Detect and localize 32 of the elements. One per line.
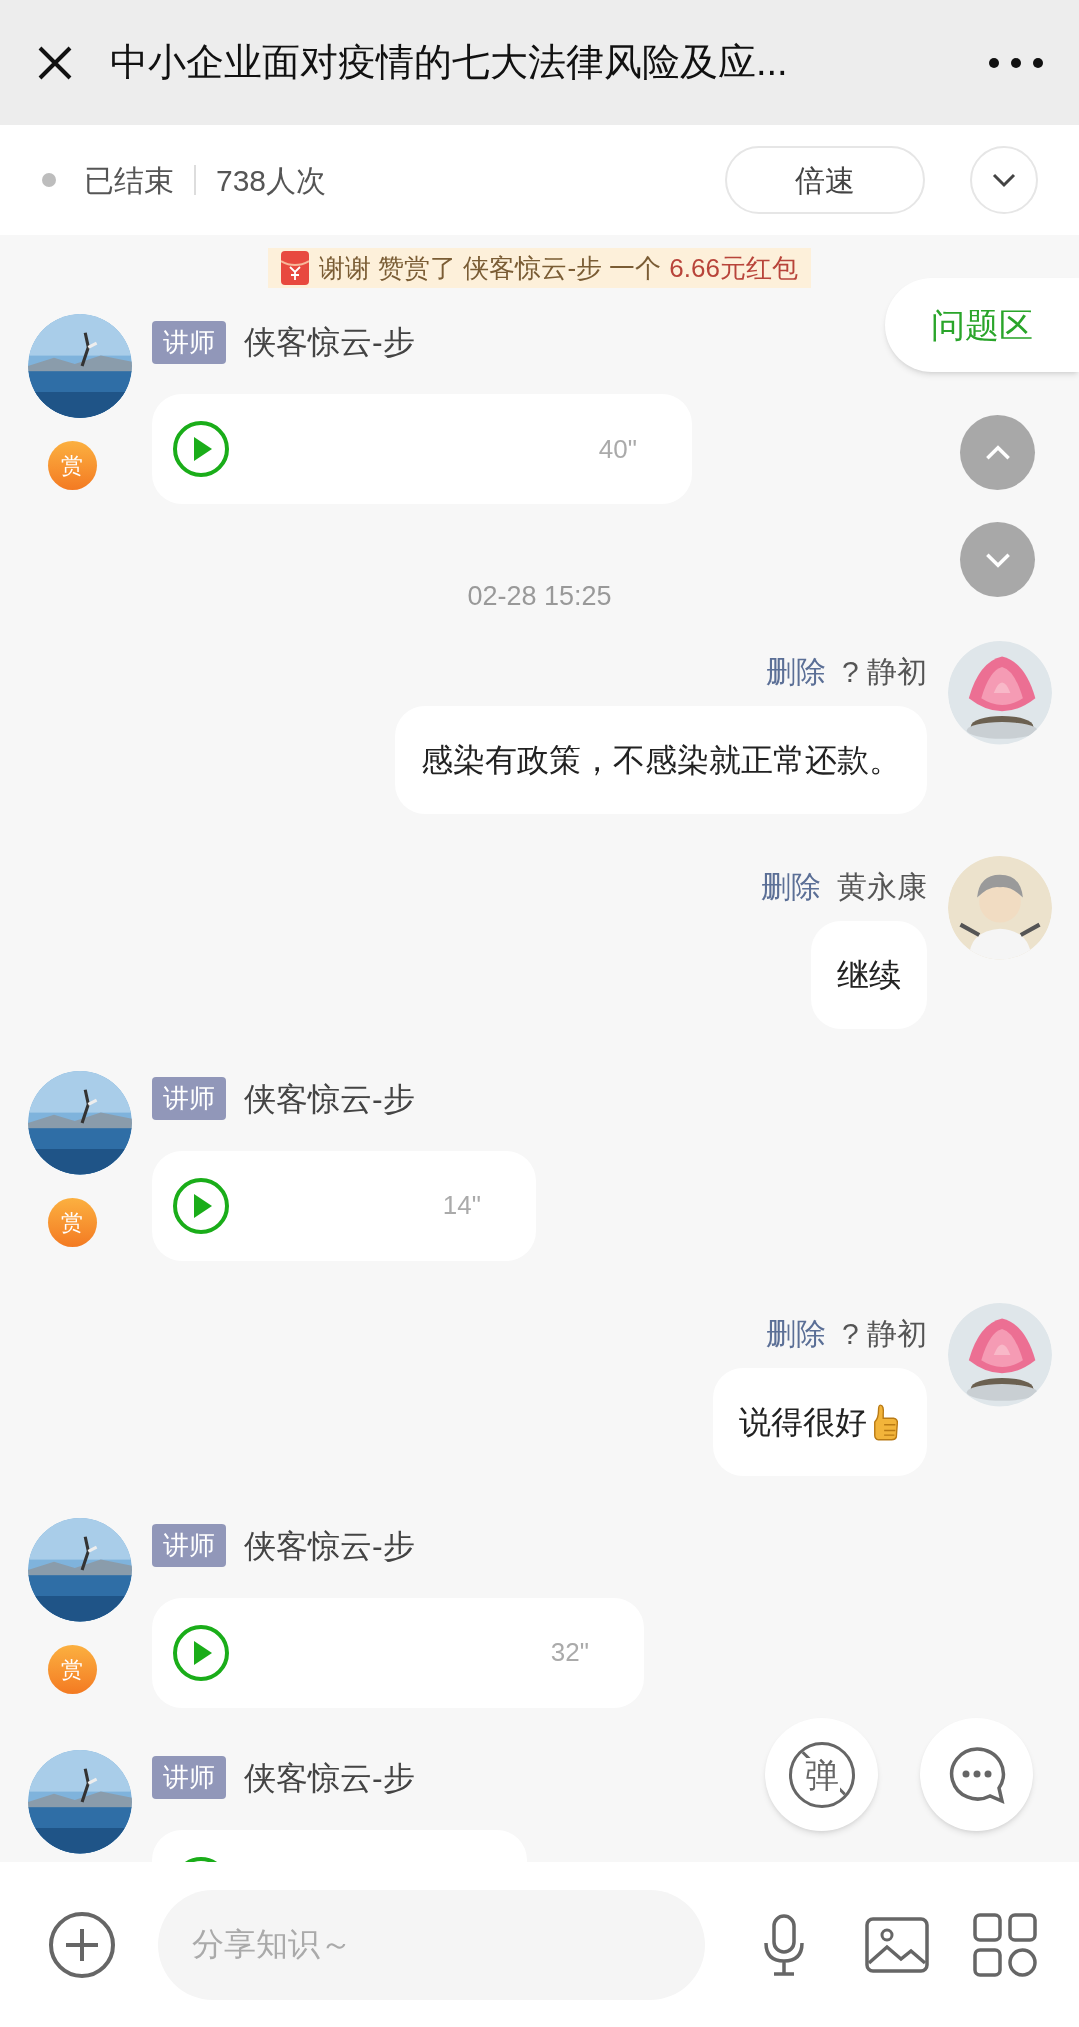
message-text: 感染有政策，不感染就正常还款。 — [421, 740, 901, 780]
role-tag: 讲师 — [152, 1756, 226, 1799]
user-name: 侠客惊云-步 — [244, 1079, 415, 1119]
message-text: 说得很好 — [739, 1402, 867, 1442]
user-name: 侠客惊云-步 — [244, 323, 415, 362]
status-text: 已结束 — [84, 162, 174, 199]
delete-link[interactable]: 删除 — [765, 648, 826, 694]
message-text: 继续 — [837, 955, 901, 995]
role-tag: 讲师 — [152, 1524, 226, 1567]
role-tag: 讲师 — [152, 320, 226, 364]
viewer-count: 738人次 — [216, 162, 327, 199]
reward-badge: 赏 — [47, 441, 97, 490]
delete-link[interactable]: 删除 — [761, 863, 821, 909]
user-name: ? 静初 — [841, 653, 927, 690]
duration-text: 40" — [598, 432, 637, 466]
speed-button[interactable]: 倍速 — [725, 146, 925, 214]
duration-text: 32" — [550, 1636, 589, 1669]
user-name: 侠客惊云-步 — [244, 1526, 415, 1566]
user-name: 侠客惊云-步 — [244, 1758, 415, 1798]
user-name: ? 静初 — [841, 1315, 927, 1352]
delete-link[interactable]: 删除 — [765, 1310, 826, 1356]
role-tag: 讲师 — [152, 1077, 226, 1120]
question-tab[interactable]: 问题区 — [885, 278, 1079, 372]
duration-text: 14" — [442, 1189, 481, 1222]
timestamp: 02-28 15:25 — [467, 581, 612, 611]
reward-notice: 谢谢 赞赏了 侠客惊云-步 一个 6.66元红包 — [268, 248, 811, 288]
window-title: 中小企业面对疫情的七大法律风险及应... — [110, 40, 788, 85]
reward-badge: 赏 — [47, 1644, 97, 1694]
reward-badge: 赏 — [47, 1197, 97, 1247]
user-name: 黄永康 — [837, 868, 927, 905]
danmaku-button[interactable]: 弹 — [765, 1718, 878, 1831]
input-field[interactable]: 分享知识～ — [158, 1889, 705, 2000]
